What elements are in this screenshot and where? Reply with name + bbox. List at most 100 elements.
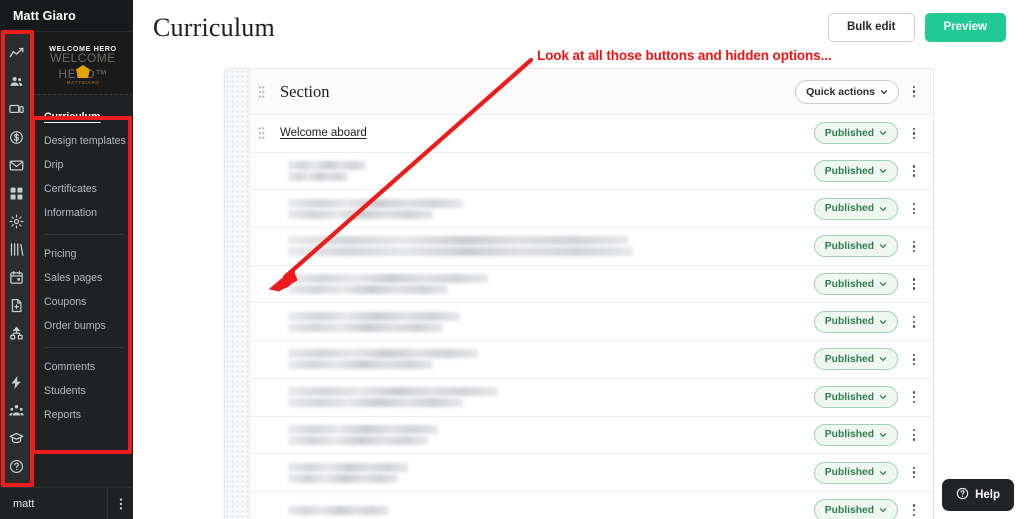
- redaction-bar: [288, 398, 463, 408]
- course-banner[interactable]: WELCOME HERO WELCOME HERO™ MATTGIARO: [33, 32, 133, 95]
- status-badge[interactable]: Published: [813, 273, 898, 296]
- bulk-edit-button[interactable]: Bulk edit: [827, 12, 915, 43]
- preview-button[interactable]: Preview: [924, 12, 1006, 43]
- chevron-down-icon: [879, 318, 887, 326]
- section-kebab-icon[interactable]: [907, 84, 921, 100]
- status-badge[interactable]: Published: [813, 160, 898, 183]
- table-row[interactable]: Published: [250, 379, 933, 417]
- sidebar-item-curriculum[interactable]: Curriculum: [33, 106, 133, 130]
- chevron-down-icon: [879, 431, 887, 439]
- row-kebab-icon[interactable]: [907, 465, 921, 481]
- mail-icon[interactable]: [4, 152, 30, 178]
- status-badge[interactable]: Published: [813, 386, 898, 409]
- lesson-list: Welcome aboard Published Published Publishe…: [250, 115, 933, 519]
- brand-bar[interactable]: Matt Giaro: [0, 0, 133, 32]
- table-row[interactable]: Published: [250, 153, 933, 191]
- library-icon[interactable]: [4, 236, 30, 262]
- main-content: Curriculum Bulk edit Preview Section Qui…: [133, 0, 1024, 519]
- help-circle-icon[interactable]: [4, 453, 30, 479]
- redacted-lesson-title: [288, 161, 366, 182]
- status-badge-label: Published: [824, 203, 874, 215]
- status-badge[interactable]: Published: [813, 197, 898, 220]
- row-kebab-icon[interactable]: [907, 126, 921, 142]
- table-row[interactable]: Welcome aboard Published: [250, 115, 933, 153]
- status-badge[interactable]: Published: [813, 461, 898, 484]
- course-menu: Curriculum Design templates Drip Certificat…: [33, 95, 133, 430]
- table-row[interactable]: Published: [250, 266, 933, 304]
- menu-group: Pricing Sales pages Coupons Order bumps: [33, 241, 133, 341]
- status-badge[interactable]: Published: [813, 423, 898, 446]
- status-badge[interactable]: Published: [813, 310, 898, 333]
- sidebar-item-comments[interactable]: Comments: [33, 356, 133, 380]
- file-add-icon[interactable]: [4, 292, 30, 318]
- row-kebab-icon[interactable]: [907, 427, 921, 443]
- sidebar-item-sales-pages[interactable]: Sales pages: [33, 267, 133, 291]
- card-inner: Section Quick actions Welcome aboard Publ…: [250, 69, 933, 519]
- row-actions: Published: [813, 423, 921, 446]
- community-icon[interactable]: [4, 397, 30, 423]
- row-actions: Published: [813, 461, 921, 484]
- annotation-text: Look at all those buttons and hidden opt…: [537, 48, 832, 63]
- row-kebab-icon[interactable]: [907, 352, 921, 368]
- status-badge[interactable]: Published: [813, 499, 898, 519]
- drag-handle-icon[interactable]: [258, 85, 272, 98]
- user-menu-kebab-icon[interactable]: [107, 487, 133, 519]
- audience-icon[interactable]: [4, 68, 30, 94]
- analytics-icon[interactable]: [4, 40, 30, 66]
- help-label: Help: [975, 489, 1000, 501]
- course-sub-navigation: WELCOME HERO WELCOME HERO™ MATTGIARO Cur…: [33, 32, 133, 487]
- table-row[interactable]: Published: [250, 303, 933, 342]
- automation-bolt-icon[interactable]: [4, 369, 30, 395]
- sidebar-item-reports[interactable]: Reports: [33, 404, 133, 428]
- status-badge-label: Published: [824, 353, 874, 365]
- page-header: Curriculum Bulk edit Preview: [133, 0, 1024, 55]
- row-kebab-icon[interactable]: [907, 201, 921, 217]
- table-row[interactable]: Published: [250, 228, 933, 266]
- redaction-bar: [288, 462, 408, 472]
- row-actions: Published: [813, 310, 921, 333]
- sidebar-item-drip[interactable]: Drip: [33, 154, 133, 178]
- funnel-nodes-icon[interactable]: [4, 320, 30, 346]
- table-row[interactable]: Published: [250, 454, 933, 492]
- quick-actions-button[interactable]: Quick actions: [795, 79, 899, 104]
- courses-cap-icon[interactable]: [4, 425, 30, 451]
- revenue-icon[interactable]: [4, 124, 30, 150]
- row-kebab-icon[interactable]: [907, 276, 921, 292]
- settings-gear-icon[interactable]: [4, 208, 30, 234]
- sidebar-item-information[interactable]: Information: [33, 202, 133, 226]
- lesson-title-link[interactable]: Welcome aboard: [280, 127, 367, 139]
- table-row[interactable]: Published: [250, 341, 933, 379]
- status-badge[interactable]: Published: [813, 235, 898, 258]
- table-row[interactable]: Published: [250, 492, 933, 519]
- sidebar-item-pricing[interactable]: Pricing: [33, 243, 133, 267]
- row-kebab-icon[interactable]: [907, 502, 921, 518]
- sidebar-item-design-templates[interactable]: Design templates: [33, 130, 133, 154]
- sidebar-item-order-bumps[interactable]: Order bumps: [33, 315, 133, 339]
- devices-icon[interactable]: [4, 96, 30, 122]
- row-kebab-icon[interactable]: [907, 163, 921, 179]
- sidebar-item-coupons[interactable]: Coupons: [33, 291, 133, 315]
- status-badge[interactable]: Published: [813, 122, 898, 145]
- redaction-bar: [288, 236, 628, 246]
- row-kebab-icon[interactable]: [907, 314, 921, 330]
- redaction-bar: [288, 209, 433, 219]
- row-actions: Published: [813, 386, 921, 409]
- status-badge[interactable]: Published: [813, 348, 898, 371]
- user-footer[interactable]: matt: [0, 487, 133, 519]
- apps-grid-icon[interactable]: [4, 180, 30, 206]
- calendar-icon[interactable]: [4, 264, 30, 290]
- table-row[interactable]: Published: [250, 417, 933, 455]
- menu-group: Curriculum Design templates Drip Certificat…: [33, 104, 133, 228]
- row-kebab-icon[interactable]: [907, 239, 921, 255]
- sidebar-item-students[interactable]: Students: [33, 380, 133, 404]
- banner-ghost-line-1: WELCOME: [50, 51, 116, 65]
- drag-handle-icon[interactable]: [258, 127, 272, 140]
- quick-actions-label: Quick actions: [806, 85, 875, 98]
- sidebar-item-certificates[interactable]: Certificates: [33, 178, 133, 202]
- status-badge-label: Published: [824, 127, 874, 139]
- row-actions: Published: [813, 197, 921, 220]
- help-button[interactable]: Help: [942, 479, 1014, 511]
- row-kebab-icon[interactable]: [907, 389, 921, 405]
- chevron-down-icon: [879, 506, 887, 514]
- table-row[interactable]: Published: [250, 190, 933, 229]
